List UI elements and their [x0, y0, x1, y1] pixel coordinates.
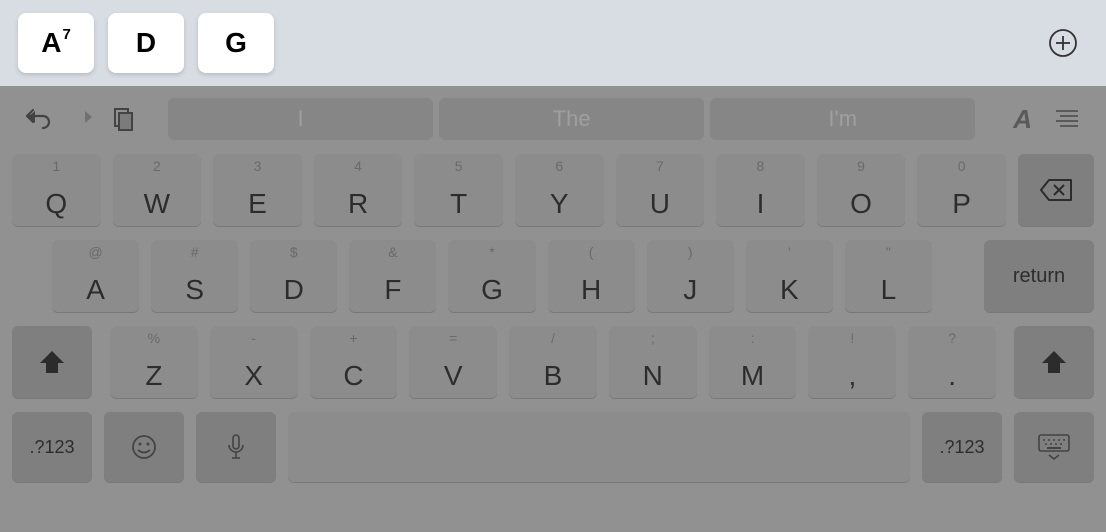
chord-toolbar: A7 D G	[0, 0, 1106, 86]
key-y[interactable]: 6Y	[515, 154, 604, 226]
shift-icon	[38, 349, 66, 375]
backspace-key[interactable]	[1018, 154, 1094, 226]
key-row-3: %Z-X+C=V/B;N:M!,?.	[6, 326, 1100, 398]
add-chord-button[interactable]	[1046, 26, 1080, 60]
chord-sup: 7	[62, 26, 70, 43]
key-k[interactable]: 'K	[746, 240, 833, 312]
suggestion-3[interactable]: I'm	[710, 98, 975, 140]
key-z[interactable]: %Z	[110, 326, 198, 398]
key-p[interactable]: 0P	[917, 154, 1006, 226]
suggestion-bar: I The I'm A	[6, 90, 1100, 148]
chord-label: D	[136, 27, 156, 59]
key-q[interactable]: 1Q	[12, 154, 101, 226]
paste-button[interactable]	[106, 102, 140, 136]
key-f[interactable]: &F	[349, 240, 436, 312]
key-n[interactable]: ;N	[609, 326, 697, 398]
key-o[interactable]: 9O	[817, 154, 906, 226]
key-s[interactable]: #S	[151, 240, 238, 312]
redo-icon	[67, 108, 95, 130]
numbers-key-left[interactable]: .?123	[12, 412, 92, 482]
shift-key-right[interactable]	[1014, 326, 1094, 398]
undo-icon	[25, 108, 53, 130]
key-h[interactable]: (H	[548, 240, 635, 312]
key-w[interactable]: 2W	[113, 154, 202, 226]
key-c[interactable]: +C	[310, 326, 398, 398]
suggestion-2[interactable]: The	[439, 98, 704, 140]
shift-icon	[1040, 349, 1068, 375]
chord-button-g[interactable]: G	[198, 13, 274, 73]
key-i[interactable]: 8I	[716, 154, 805, 226]
hide-keyboard-icon	[1037, 433, 1071, 461]
key-l[interactable]: "L	[845, 240, 932, 312]
align-lines-icon	[1054, 108, 1080, 130]
chord-button-a7[interactable]: A7	[18, 13, 94, 73]
microphone-icon	[226, 433, 246, 461]
key-u[interactable]: 7U	[616, 154, 705, 226]
key-r[interactable]: 4R	[314, 154, 403, 226]
key-a[interactable]: @A	[52, 240, 139, 312]
key-t[interactable]: 5T	[414, 154, 503, 226]
dismiss-keyboard-key[interactable]	[1014, 412, 1094, 482]
emoji-key[interactable]	[104, 412, 184, 482]
key-row-bottom: .?123 .?123	[6, 412, 1100, 482]
space-key[interactable]	[288, 412, 910, 482]
redo-button[interactable]	[64, 102, 98, 136]
paragraph-button[interactable]	[1050, 102, 1084, 136]
key-d[interactable]: $D	[250, 240, 337, 312]
chord-button-d[interactable]: D	[108, 13, 184, 73]
chord-label: G	[225, 27, 247, 59]
key-row-1: 1Q2W3E4R5T6Y7U8I9O0P	[6, 154, 1100, 226]
key-x[interactable]: -X	[210, 326, 298, 398]
key-.[interactable]: ?.	[908, 326, 996, 398]
suggestion-1[interactable]: I	[168, 98, 433, 140]
backspace-icon	[1039, 178, 1073, 202]
emoji-icon	[130, 433, 158, 461]
numbers-key-right[interactable]: .?123	[922, 412, 1002, 482]
dictation-key[interactable]	[196, 412, 276, 482]
key-j[interactable]: )J	[647, 240, 734, 312]
keyboard: I The I'm A 1Q2W3E4R5T6Y7U8I9O0P @A#S$D&…	[0, 86, 1106, 532]
key-m[interactable]: :M	[709, 326, 797, 398]
clipboard-icon	[111, 107, 135, 131]
plus-circle-icon	[1048, 28, 1078, 58]
undo-button[interactable]	[22, 102, 56, 136]
key-b[interactable]: /B	[509, 326, 597, 398]
shift-key-left[interactable]	[12, 326, 92, 398]
key-row-2: @A#S$D&F*G(H)J'K"L return	[6, 240, 1100, 312]
key-e[interactable]: 3E	[213, 154, 302, 226]
chord-label: A	[41, 27, 61, 59]
key-g[interactable]: *G	[448, 240, 535, 312]
key-,[interactable]: !,	[808, 326, 896, 398]
key-v[interactable]: =V	[409, 326, 497, 398]
return-key[interactable]: return	[984, 240, 1094, 312]
format-button[interactable]: A	[1013, 104, 1032, 135]
